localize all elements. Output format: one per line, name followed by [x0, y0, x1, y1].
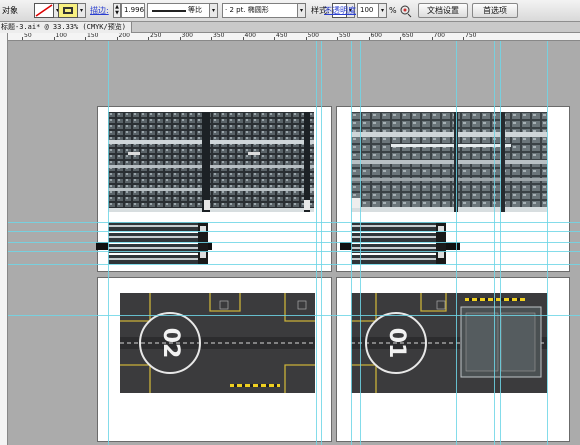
ruler-number: 100 — [55, 33, 67, 39]
stroke-dropdown[interactable]: ▾ — [78, 3, 86, 18]
percent-label: % — [389, 6, 397, 15]
helipad-02-panel[interactable]: 02 — [120, 293, 315, 393]
opacity-field[interactable]: 100 — [357, 3, 379, 18]
guide-horizontal[interactable] — [8, 231, 580, 232]
stroke-weight-stepper[interactable]: ▲ ▼ — [113, 3, 121, 18]
fill-swatch[interactable] — [34, 3, 54, 18]
guide-vertical[interactable] — [500, 41, 501, 445]
ruler-tick — [116, 37, 118, 40]
guide-vertical[interactable] — [547, 41, 548, 445]
guide-horizontal[interactable] — [8, 242, 580, 243]
document-settings-button[interactable]: 文档设置 — [418, 3, 468, 18]
ruler-number: 400 — [244, 33, 256, 39]
guide-vertical[interactable] — [321, 41, 322, 445]
brush-dot-icon: · — [225, 6, 228, 14]
ruler-number: 450 — [276, 33, 288, 39]
guide-vertical[interactable] — [360, 41, 361, 445]
brush-label: 2 pt. 椭圆形 — [229, 6, 269, 14]
ruler-number: 200 — [118, 33, 130, 39]
opacity-dropdown[interactable]: ▾ — [379, 3, 387, 18]
stroke-swatch[interactable] — [58, 3, 78, 18]
ruler-tick — [431, 37, 433, 40]
ruler-number: 150 — [87, 33, 99, 39]
ruler-tick — [305, 37, 307, 40]
ruler-number: 300 — [181, 33, 193, 39]
ruler-tick — [22, 37, 23, 40]
hangar-strip-stack[interactable] — [108, 222, 212, 264]
ruler-number: 250 — [150, 33, 162, 39]
ruler-tick — [274, 37, 275, 40]
guide-horizontal[interactable] — [8, 222, 580, 223]
helipad-01-panel[interactable]: 01 — [351, 293, 547, 393]
document-tab-bar: 标题-3.ai* @ 33.33% (CMYK/预览) × — [0, 22, 580, 33]
hangar-wall-panel[interactable] — [108, 112, 314, 212]
guide-vertical[interactable] — [456, 41, 457, 445]
ruler-number: 600 — [370, 33, 382, 39]
ruler-tick — [337, 37, 338, 40]
ruler-number: 650 — [402, 33, 414, 39]
ruler-tick — [211, 37, 212, 40]
brush-dropdown[interactable]: ▾ — [298, 3, 306, 18]
recolor-artwork-icon[interactable] — [398, 3, 412, 18]
guide-vertical[interactable] — [316, 41, 317, 445]
strip-end-cap — [96, 242, 108, 250]
horizontal-ruler[interactable]: 50 100 150 200 250 300 350 400 450 500 550 600 650 70… — [8, 33, 580, 41]
document-tab[interactable]: 标题-3.ai* @ 33.33% (CMYK/预览) × — [0, 22, 132, 33]
ruler-tick — [368, 37, 370, 40]
object-label: 对象 — [2, 6, 18, 15]
document-tab-title: 标题-3.ai* @ 33.33% (CMYK/预览) — [1, 23, 126, 31]
hangar-wall-panel-2[interactable] — [351, 112, 547, 212]
helipad-number-01: 01 — [384, 328, 409, 359]
strip-end-cap-3 — [446, 242, 460, 250]
no-fill-icon — [35, 4, 53, 17]
ruler-number: 550 — [339, 33, 351, 39]
profile-dropdown[interactable]: ▾ — [210, 3, 218, 18]
stroke-link[interactable]: 描边: — [90, 3, 109, 18]
guide-horizontal[interactable] — [8, 251, 580, 252]
ruler-number: 500 — [307, 33, 319, 39]
profile-line — [152, 10, 186, 12]
variable-width-profile[interactable]: 等比 — [147, 3, 210, 18]
ruler-tick — [242, 37, 244, 40]
opacity-link[interactable]: 不透明度 — [324, 3, 356, 18]
ruler-number: 50 — [24, 33, 32, 39]
ruler-tick — [148, 37, 149, 40]
preferences-button[interactable]: 首选项 — [472, 3, 518, 18]
helipad-number-02: 02 — [158, 328, 183, 359]
stroke-weight-field[interactable]: 1.996 p — [121, 3, 145, 18]
vertical-ruler[interactable] — [0, 33, 8, 445]
profile-label: 等比 — [188, 6, 202, 14]
guide-vertical[interactable] — [351, 41, 352, 445]
ruler-tick — [85, 37, 86, 40]
brush-definition[interactable]: · 2 pt. 椭圆形 — [222, 3, 298, 18]
ruler-tick — [53, 37, 55, 40]
ruler-number: 700 — [433, 33, 445, 39]
hangar-strip-stack-2[interactable] — [352, 222, 446, 264]
guide-vertical[interactable] — [108, 41, 109, 445]
stroke-icon — [63, 7, 73, 14]
guide-horizontal[interactable] — [8, 315, 580, 316]
guide-horizontal[interactable] — [8, 264, 580, 265]
control-bar: 对象 ▾ ▾ 描边: ▲▼ 1.996 p 等比 ▾ · 2 pt. 椭圆形 ▾… — [0, 0, 580, 22]
ruler-tick — [463, 37, 464, 40]
ruler-number: 350 — [213, 33, 225, 39]
guide-vertical[interactable] — [494, 41, 495, 445]
ruler-number: 750 — [465, 33, 477, 39]
illustrator-window: 对象 ▾ ▾ 描边: ▲▼ 1.996 p 等比 ▾ · 2 pt. 椭圆形 ▾… — [0, 0, 580, 445]
ruler-tick — [400, 37, 401, 40]
ruler-tick — [179, 37, 181, 40]
